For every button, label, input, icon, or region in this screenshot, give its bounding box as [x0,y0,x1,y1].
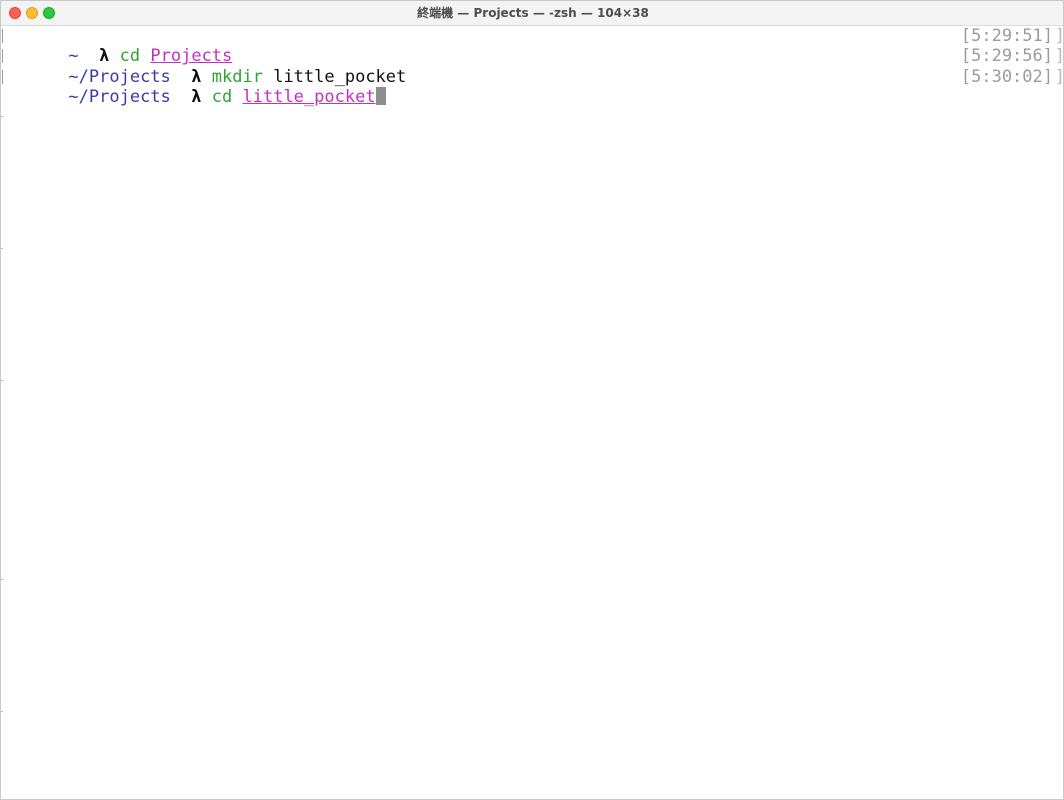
title-bar[interactable]: 終端機 — Projects — -zsh — 104×38 [1,1,1063,26]
window-title: 終端機 — Projects — -zsh — 104×38 [417,6,649,20]
terminal-content[interactable]: ~ λ cd Projects [5:29:51] ] ~/Projects λ… [1,26,1064,799]
right-edge-bracket: ] [1054,46,1064,67]
command-argument-path: little_pocket [242,86,376,107]
prompt-lambda-icon: λ [191,86,202,107]
left-edge-tick [1,579,3,580]
prompt-gutter-mark [2,69,3,84]
command-timestamp: [5:29:56] [960,46,1053,67]
prompt-gutter-mark [2,49,3,64]
prompt-gutter-mark [2,29,3,43]
left-edge-tick [1,711,3,712]
left-edge-tick [1,116,3,117]
terminal-line: ~/Projects λ mkdir little_pocket [5:29:5… [1,46,1064,87]
right-edge-bracket: ] [1054,26,1064,46]
command-timestamp: [5:29:51] [960,26,1053,46]
text-cursor [375,86,386,105]
prompt-cwd: ~/Projects [68,86,171,107]
command-timestamp: [5:30:02] [960,66,1053,87]
right-edge-bracket: ] [1054,66,1064,87]
terminal-window: 終端機 — Projects — -zsh — 104×38 ~ λ cd Pr… [0,0,1064,800]
terminal-line-active[interactable]: ~/Projects λ cd little_pocket [5:30:02] … [1,66,1064,107]
left-edge-tick [1,248,3,249]
command-name: cd [211,86,233,107]
terminal-line: ~ λ cd Projects [5:29:51] ] [1,26,1064,66]
left-edge-tick [1,380,3,381]
prompt-separator [171,87,191,107]
